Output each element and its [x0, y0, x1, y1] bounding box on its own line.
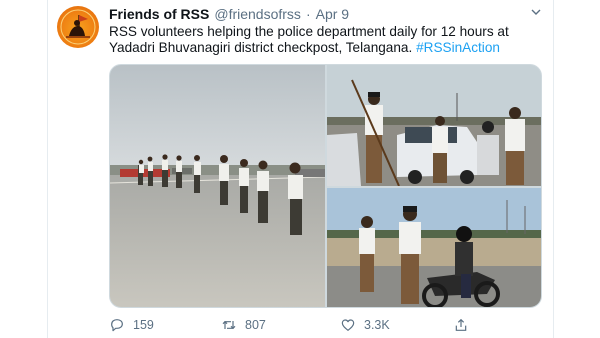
timeline-border-right: [553, 0, 554, 338]
retweet-button[interactable]: 807: [221, 316, 266, 334]
avatar[interactable]: [57, 6, 99, 48]
display-name[interactable]: Friends of RSS: [109, 6, 209, 22]
timeline-border-left: [47, 0, 48, 338]
reply-count: 159: [133, 318, 154, 332]
share-button[interactable]: [453, 316, 469, 334]
retweet-icon: [222, 320, 236, 330]
retweet-count: 807: [245, 318, 266, 332]
reply-button[interactable]: 159: [109, 316, 154, 334]
photo-volunteers-car[interactable]: [327, 65, 541, 186]
heart-icon: [341, 319, 355, 331]
media-grid: [109, 64, 542, 308]
rss-logo-icon: [60, 9, 96, 45]
user-handle[interactable]: @friendsofrss: [214, 6, 301, 22]
tweet-actions: 159 807 3.3K: [109, 316, 549, 334]
like-button[interactable]: 3.3K: [340, 316, 390, 334]
tweet-header: Friends of RSS @friendsofrss · Apr 9: [109, 6, 349, 24]
share-icon: [455, 318, 467, 331]
tweet-date[interactable]: Apr 9: [316, 6, 349, 22]
separator-dot: ·: [305, 6, 311, 22]
photo-volunteers-bike[interactable]: [327, 188, 541, 307]
tweet-text: RSS volunteers helping the police depart…: [109, 24, 544, 56]
photo-volunteers-line[interactable]: [110, 65, 325, 307]
hashtag-link[interactable]: #RSSinAction: [416, 40, 500, 55]
chevron-down-icon[interactable]: [527, 6, 545, 20]
reply-icon: [111, 319, 123, 332]
tweet-card[interactable]: Friends of RSS @friendsofrss · Apr 9 RSS…: [0, 0, 600, 338]
like-count: 3.3K: [364, 318, 390, 332]
